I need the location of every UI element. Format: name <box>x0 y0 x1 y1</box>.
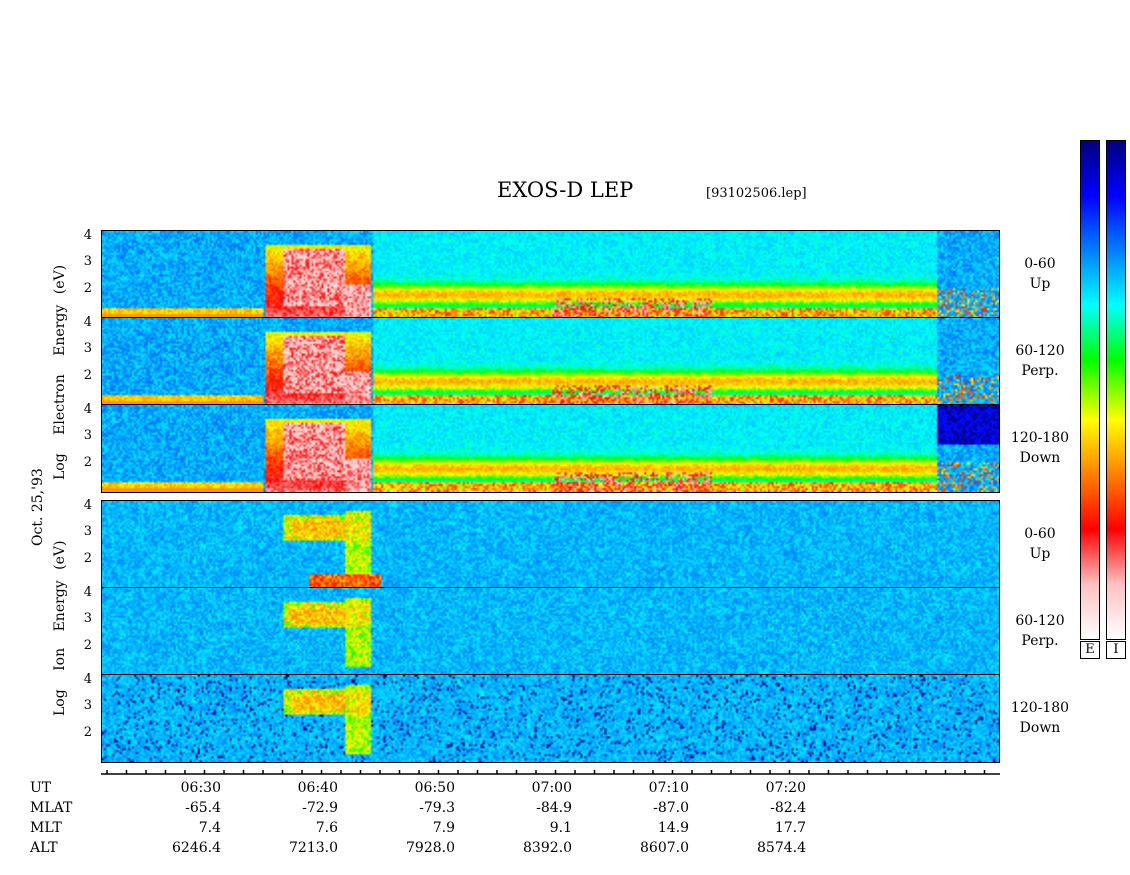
ephemeris-value: 7213.0 <box>289 840 338 856</box>
channel-direction: Perp. <box>1021 633 1059 649</box>
ion-axis-species: Ion <box>52 647 68 671</box>
ion-axis-energy: Energy <box>52 580 68 632</box>
file-name: [93102506.lep] <box>706 186 807 201</box>
date-label: Oct. 25,'93 <box>30 468 46 546</box>
electron-colorbar-label: E <box>1080 641 1100 659</box>
ephemeris-row-label: UT <box>30 780 52 796</box>
y-tick-label: 2 <box>83 725 92 740</box>
ion-colorbar <box>1106 140 1126 640</box>
ion-axis-label: Log Ion Energy (eV) <box>52 541 68 716</box>
ephemeris-value: -87.0 <box>653 800 689 816</box>
ephemeris-value: 8392.0 <box>523 840 572 856</box>
ion-axis-unit: (eV) <box>52 540 68 570</box>
channel-label: 60-120 Perp. <box>1000 611 1080 651</box>
ephemeris-row-label: MLAT <box>30 800 73 816</box>
y-tick-label: 3 <box>83 428 92 443</box>
ephemeris-row-label: ALT <box>30 840 58 856</box>
y-tick-label: 4 <box>83 585 92 600</box>
channel-range: 60-120 <box>1015 613 1065 629</box>
channel-range: 0-60 <box>1024 526 1056 542</box>
channel-direction: Perp. <box>1021 363 1059 379</box>
ephemeris-value: 14.9 <box>657 820 689 836</box>
ephemeris-value: 7.4 <box>198 820 221 836</box>
electron-axis-label: Log Electron Energy (eV) <box>52 265 68 480</box>
channel-label: 0-60 Up <box>1000 524 1080 564</box>
channel-direction: Down <box>1019 720 1061 736</box>
ephemeris-value: 07:20 <box>765 780 806 796</box>
electron-up-spectrogram <box>101 230 1000 319</box>
y-tick-label: 2 <box>83 455 92 470</box>
ion-perp-spectrogram <box>101 587 1000 676</box>
ephemeris-value: 06:40 <box>297 780 338 796</box>
ion-axis-log: Log <box>52 689 68 716</box>
channel-label: 60-120 Perp. <box>1000 341 1080 381</box>
electron-axis-species: Electron <box>52 374 68 435</box>
ephemeris-value: -82.4 <box>770 800 806 816</box>
chart-title: EXOS-D LEP <box>497 178 634 202</box>
ephemeris-value: 6246.4 <box>172 840 221 856</box>
y-tick-label: 3 <box>83 341 92 356</box>
ephemeris-value: 7.9 <box>432 820 455 836</box>
ephemeris-value: 07:10 <box>648 780 689 796</box>
channel-range: 120-180 <box>1010 700 1070 716</box>
ephemeris-value: -84.9 <box>536 800 572 816</box>
ephemeris-value: 8574.4 <box>757 840 806 856</box>
y-tick-label: 4 <box>83 315 92 330</box>
ephemeris-value: -79.3 <box>419 800 455 816</box>
ephemeris-value: 7.6 <box>315 820 338 836</box>
ion-down-spectrogram <box>101 674 1000 763</box>
ephemeris-value: -72.9 <box>302 800 338 816</box>
y-tick-label: 4 <box>83 498 92 513</box>
ephemeris-row-label: MLT <box>30 820 62 836</box>
channel-direction: Down <box>1019 450 1061 466</box>
electron-axis-unit: (eV) <box>52 264 68 295</box>
channel-direction: Up <box>1029 546 1051 562</box>
y-tick-label: 2 <box>83 281 92 296</box>
y-tick-label: 4 <box>83 228 92 243</box>
ion-colorbar-label: I <box>1106 641 1126 659</box>
ephemeris-value: -65.4 <box>185 800 221 816</box>
electron-perp-spectrogram <box>101 317 1000 406</box>
channel-label: 120-180 Down <box>1000 698 1080 738</box>
channel-direction: Up <box>1029 276 1051 292</box>
ephemeris-value: 17.7 <box>774 820 806 836</box>
time-axis <box>101 770 1000 775</box>
channel-label: 0-60 Up <box>1000 254 1080 294</box>
y-tick-label: 3 <box>83 611 92 626</box>
ephemeris-value: 7928.0 <box>406 840 455 856</box>
y-tick-label: 3 <box>83 524 92 539</box>
ephemeris-value: 06:50 <box>414 780 455 796</box>
electron-colorbar <box>1080 140 1100 640</box>
channel-label: 120-180 Down <box>1000 428 1080 468</box>
channel-range: 120-180 <box>1010 430 1070 446</box>
y-tick-label: 3 <box>83 698 92 713</box>
electron-axis-log: Log <box>52 453 68 480</box>
channel-range: 60-120 <box>1015 343 1065 359</box>
ephemeris-value: 9.1 <box>549 820 572 836</box>
y-tick-label: 3 <box>83 254 92 269</box>
electron-down-spectrogram <box>101 404 1000 493</box>
ephemeris-value: 8607.0 <box>640 840 689 856</box>
ephemeris-value: 06:30 <box>180 780 221 796</box>
ephemeris-value: 07:00 <box>531 780 572 796</box>
ion-up-spectrogram <box>101 500 1000 589</box>
y-tick-label: 4 <box>83 402 92 417</box>
y-tick-label: 2 <box>83 551 92 566</box>
y-tick-label: 4 <box>83 672 92 687</box>
y-tick-label: 2 <box>83 638 92 653</box>
channel-range: 0-60 <box>1024 256 1056 272</box>
electron-axis-energy: Energy <box>52 304 68 356</box>
y-tick-label: 2 <box>83 368 92 383</box>
